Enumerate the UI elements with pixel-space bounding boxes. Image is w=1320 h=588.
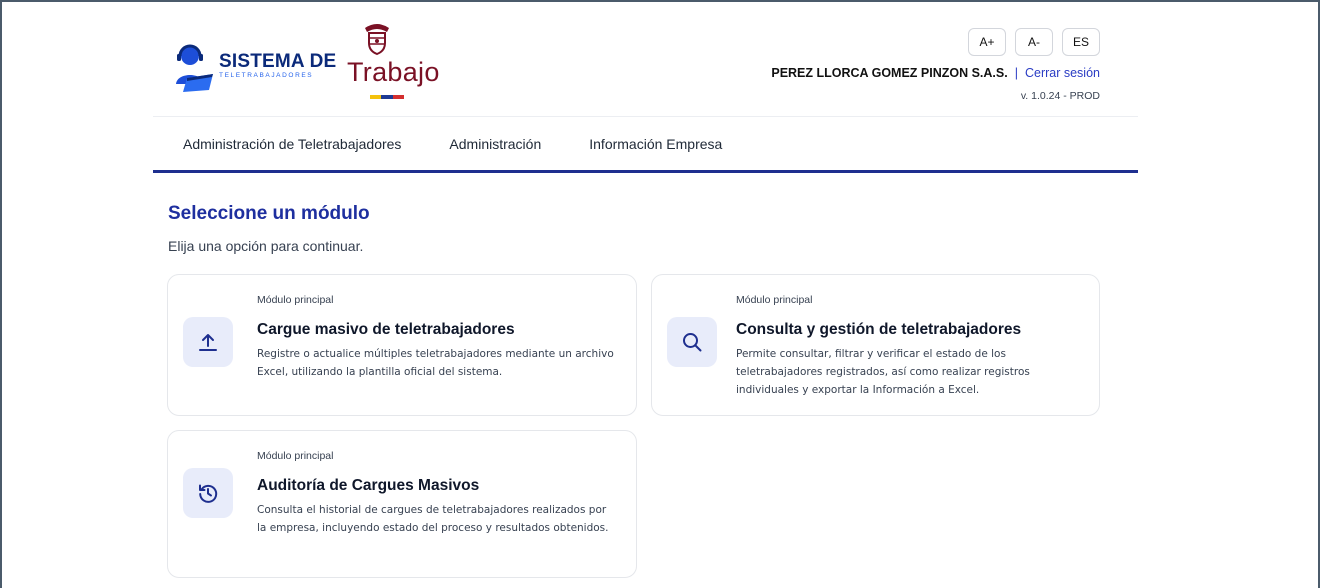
- card-body: Módulo principal Consulta y gestión de t…: [736, 294, 1079, 399]
- increase-font-button[interactable]: A+: [968, 28, 1006, 56]
- company-name: PEREZ LLORCA GOMEZ PINZON S.A.S.: [771, 66, 1008, 80]
- card-icon-box: [667, 317, 717, 367]
- card-icon-box: [183, 468, 233, 518]
- card-description: Registre o actualice múltiples teletraba…: [257, 348, 614, 378]
- main-nav: Administración de Teletrabajadores Admin…: [153, 117, 1138, 173]
- module-card-consult[interactable]: Módulo principal Consulta y gestión de t…: [651, 274, 1100, 416]
- page-container: SISTEMA DE TELETRABAJADORES Trabajo A+ A…: [153, 0, 1138, 578]
- card-body: Módulo principal Cargue masivo de teletr…: [257, 294, 616, 381]
- card-title: Cargue masivo de teletrabajadores: [257, 321, 515, 338]
- upload-icon: [199, 334, 217, 351]
- card-kicker: Módulo principal: [736, 294, 813, 306]
- history-icon: [199, 484, 218, 503]
- brand-title: SISTEMA DE: [219, 51, 337, 72]
- brand-text: SISTEMA DE TELETRABAJADORES: [219, 52, 336, 80]
- header: SISTEMA DE TELETRABAJADORES Trabajo A+ A…: [153, 0, 1138, 117]
- version-label: v. 1.0.24 - PROD: [1020, 90, 1100, 102]
- module-card-bulk-upload[interactable]: Módulo principal Cargue masivo de teletr…: [167, 274, 637, 416]
- card-description: Consulta el historial de cargues de tele…: [257, 504, 609, 534]
- search-icon: [683, 333, 702, 352]
- logout-link[interactable]: Cerrar sesión: [1025, 66, 1100, 80]
- card-icon-box: [183, 317, 233, 367]
- brand-subtitle: TELETRABAJADORES: [219, 72, 314, 79]
- card-body: Módulo principal Auditoría de Cargues Ma…: [257, 450, 616, 537]
- decrease-font-button[interactable]: A-: [1015, 28, 1053, 56]
- language-button[interactable]: ES: [1062, 28, 1100, 56]
- card-description: Permite consultar, filtrar y verificar e…: [736, 348, 1030, 396]
- separator: |: [1014, 66, 1018, 80]
- nav-item-company-info[interactable]: Información Empresa: [589, 136, 722, 152]
- page-subtitle: Elija una opción para continuar.: [168, 238, 364, 254]
- accessibility-tools: A+ A- ES: [968, 28, 1100, 56]
- nav-item-administration[interactable]: Administración: [449, 136, 541, 152]
- module-card-audit[interactable]: Módulo principal Auditoría de Cargues Ma…: [167, 430, 637, 578]
- nav-item-teleworker-admin[interactable]: Administración de Teletrabajadores: [183, 136, 401, 152]
- ministry-name: Trabajo: [347, 57, 440, 87]
- card-kicker: Módulo principal: [257, 450, 334, 462]
- card-title: Consulta y gestión de teletrabajadores: [736, 321, 1022, 338]
- user-info: PEREZ LLORCA GOMEZ PINZON S.A.S. | Cerra…: [771, 66, 1100, 80]
- coat-of-arms-icon: [365, 24, 389, 56]
- page-title: Seleccione un módulo: [168, 203, 370, 224]
- teleworker-logo-icon: [176, 44, 213, 92]
- card-kicker: Módulo principal: [257, 294, 334, 306]
- colombia-flag-stripe: [370, 95, 404, 99]
- card-title: Auditoría de Cargues Masivos: [257, 477, 480, 494]
